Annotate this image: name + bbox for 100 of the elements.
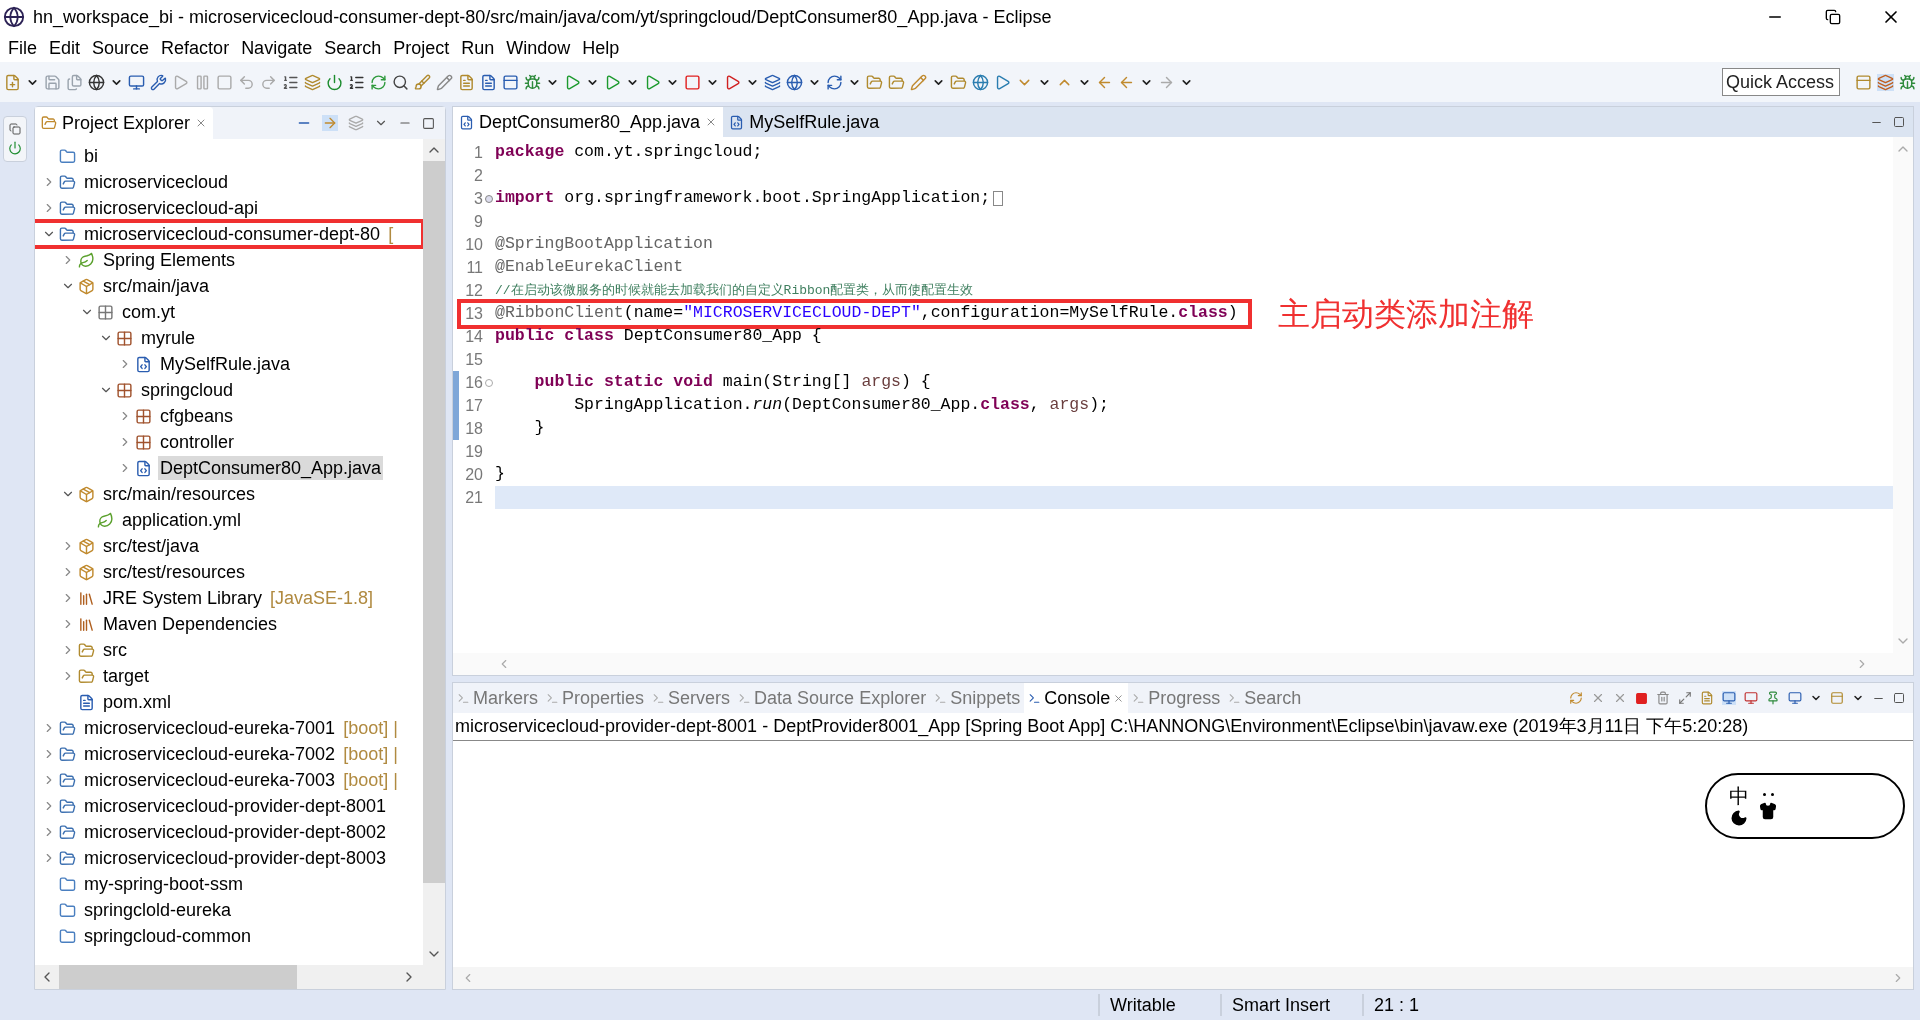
show-error-icon[interactable] xyxy=(1744,691,1758,705)
maximize-view-icon[interactable] xyxy=(1893,692,1905,704)
collapse-fold-icon[interactable] xyxy=(485,378,493,387)
menu-item[interactable]: Window xyxy=(500,36,577,60)
view-tab[interactable]: Markers xyxy=(453,683,542,713)
refresh-icon[interactable] xyxy=(370,73,387,91)
tree-item[interactable]: bi xyxy=(82,144,100,168)
resume-icon[interactable] xyxy=(172,73,189,91)
tree-item[interactable]: springcloud xyxy=(139,378,236,402)
remove-launch-icon[interactable] xyxy=(1591,691,1605,705)
coverage-icon[interactable] xyxy=(644,73,661,91)
menu-item[interactable]: File xyxy=(2,36,43,60)
tree-item[interactable]: microservicecloud xyxy=(82,170,231,194)
terminate-icon[interactable] xyxy=(1635,691,1648,705)
horizontal-scrollbar[interactable] xyxy=(35,965,445,989)
pause-icon[interactable] xyxy=(194,73,211,91)
view-tab[interactable]: Search xyxy=(1224,683,1306,713)
menu-item[interactable]: Help xyxy=(576,36,626,60)
view-tab[interactable]: Progress xyxy=(1128,683,1225,713)
new-console-icon[interactable] xyxy=(1830,691,1844,705)
tree-item[interactable]: springcloud-common xyxy=(82,924,254,948)
input-mode-label[interactable]: 中 xyxy=(1729,785,1749,807)
show-console-icon[interactable] xyxy=(1722,691,1736,705)
tree-item[interactable]: Maven Dependencies xyxy=(101,612,280,636)
menu-item[interactable]: Refactor xyxy=(155,36,236,60)
tree-item[interactable]: microservicecloud-provider-dept-8001 xyxy=(82,794,389,818)
folded-code-marker[interactable] xyxy=(993,191,1004,206)
tree-item[interactable]: cfgbeans xyxy=(158,404,236,428)
bug-icon[interactable] xyxy=(524,73,541,91)
editor-tab[interactable]: DeptConsumer80_App.java xyxy=(453,107,724,137)
menu-item[interactable]: Run xyxy=(455,36,501,60)
tree-item[interactable]: src xyxy=(101,638,129,662)
folder-icon[interactable] xyxy=(888,73,905,91)
new-file-icon[interactable] xyxy=(4,73,21,91)
run-icon[interactable] xyxy=(564,73,581,91)
remove-all-icon[interactable] xyxy=(1613,691,1627,705)
view-tab[interactable]: Properties xyxy=(542,683,649,713)
pencil-icon[interactable] xyxy=(436,73,453,91)
word-wrap-icon[interactable] xyxy=(1700,691,1714,705)
tree-item[interactable]: pom.xml xyxy=(101,690,173,714)
menu-item[interactable]: Search xyxy=(318,36,388,60)
menu-item[interactable]: Project xyxy=(387,36,456,60)
pin-console-icon[interactable] xyxy=(1766,691,1780,705)
menu-item[interactable]: Edit xyxy=(43,36,87,60)
tree-item[interactable]: microservicecloud-eureka-7003 xyxy=(82,768,338,792)
moon-icon[interactable] xyxy=(1730,809,1748,827)
editor-tab[interactable]: MySelfRule.java xyxy=(723,107,886,137)
relaunch-icon[interactable] xyxy=(1569,691,1583,705)
punctuation-icon[interactable] xyxy=(1762,792,1774,796)
external-run-icon[interactable] xyxy=(724,73,741,91)
list-icon[interactable] xyxy=(282,73,299,91)
tree-item[interactable]: target xyxy=(101,664,152,688)
scrollbar-thumb[interactable] xyxy=(59,965,297,989)
brush-icon[interactable] xyxy=(414,73,431,91)
view-tab[interactable]: Snippets xyxy=(930,683,1025,713)
tree-item[interactable]: controller xyxy=(158,430,237,454)
tree-item[interactable]: src/test/java xyxy=(101,534,202,558)
tree-item[interactable]: src/test/resources xyxy=(101,560,248,584)
layers-icon[interactable] xyxy=(764,73,781,91)
maximize-view-icon[interactable] xyxy=(1893,115,1905,128)
scroll-lock-icon[interactable] xyxy=(1678,691,1692,705)
tree-item[interactable]: microservicecloud-api xyxy=(82,196,261,220)
wrench-icon[interactable] xyxy=(150,73,167,91)
tree-item[interactable]: myrule xyxy=(139,326,197,350)
display-console-icon[interactable] xyxy=(1788,691,1802,705)
tree-item[interactable]: src/main/java xyxy=(101,274,212,298)
save-icon[interactable] xyxy=(44,73,61,91)
step-into-icon[interactable] xyxy=(238,73,255,91)
tree-item[interactable]: microservicecloud-consumer-dept-80 xyxy=(82,222,383,246)
globe-icon[interactable] xyxy=(88,73,105,91)
tree-item[interactable]: microservicecloud-eureka-7001 xyxy=(82,716,338,740)
tree-item[interactable]: springclold-eureka xyxy=(82,898,234,922)
tree-item[interactable]: com.yt xyxy=(120,300,177,324)
tree-item[interactable]: microservicecloud-provider-dept-8002 xyxy=(82,820,389,844)
pencil-icon[interactable] xyxy=(910,73,927,91)
line-numbers-icon[interactable] xyxy=(348,73,365,91)
view-tab[interactable]: Servers xyxy=(648,683,735,713)
tree-item[interactable]: JRE System Library xyxy=(101,586,265,610)
folder-icon[interactable] xyxy=(950,73,967,91)
power-icon[interactable] xyxy=(8,141,22,155)
tree-item[interactable]: microservicecloud-provider-dept-8003 xyxy=(82,846,389,870)
menu-item[interactable]: Navigate xyxy=(235,36,319,60)
power-icon[interactable] xyxy=(326,73,343,91)
menu-item[interactable]: Source xyxy=(86,36,156,60)
tree-item[interactable]: application.yml xyxy=(120,508,244,532)
java-ee-perspective-icon[interactable] xyxy=(1877,73,1894,91)
perspective-icon[interactable] xyxy=(1855,73,1872,91)
run-config-icon[interactable] xyxy=(604,73,621,91)
expand-fold-icon[interactable] xyxy=(485,194,493,203)
debug-perspective-icon[interactable] xyxy=(1899,73,1916,91)
tree-item[interactable]: Spring Elements xyxy=(101,248,238,272)
folder-icon[interactable] xyxy=(866,73,883,91)
stop-icon[interactable] xyxy=(216,73,233,91)
shirt-icon[interactable] xyxy=(1759,801,1777,820)
search-icon[interactable] xyxy=(392,73,409,91)
tree-item[interactable]: microservicecloud-eureka-7002 xyxy=(82,742,338,766)
ime-toolbar[interactable]: 中 xyxy=(1705,773,1905,839)
save-all-icon[interactable] xyxy=(66,73,83,91)
restore-icon[interactable] xyxy=(1825,9,1841,25)
panel-icon[interactable] xyxy=(502,73,519,91)
